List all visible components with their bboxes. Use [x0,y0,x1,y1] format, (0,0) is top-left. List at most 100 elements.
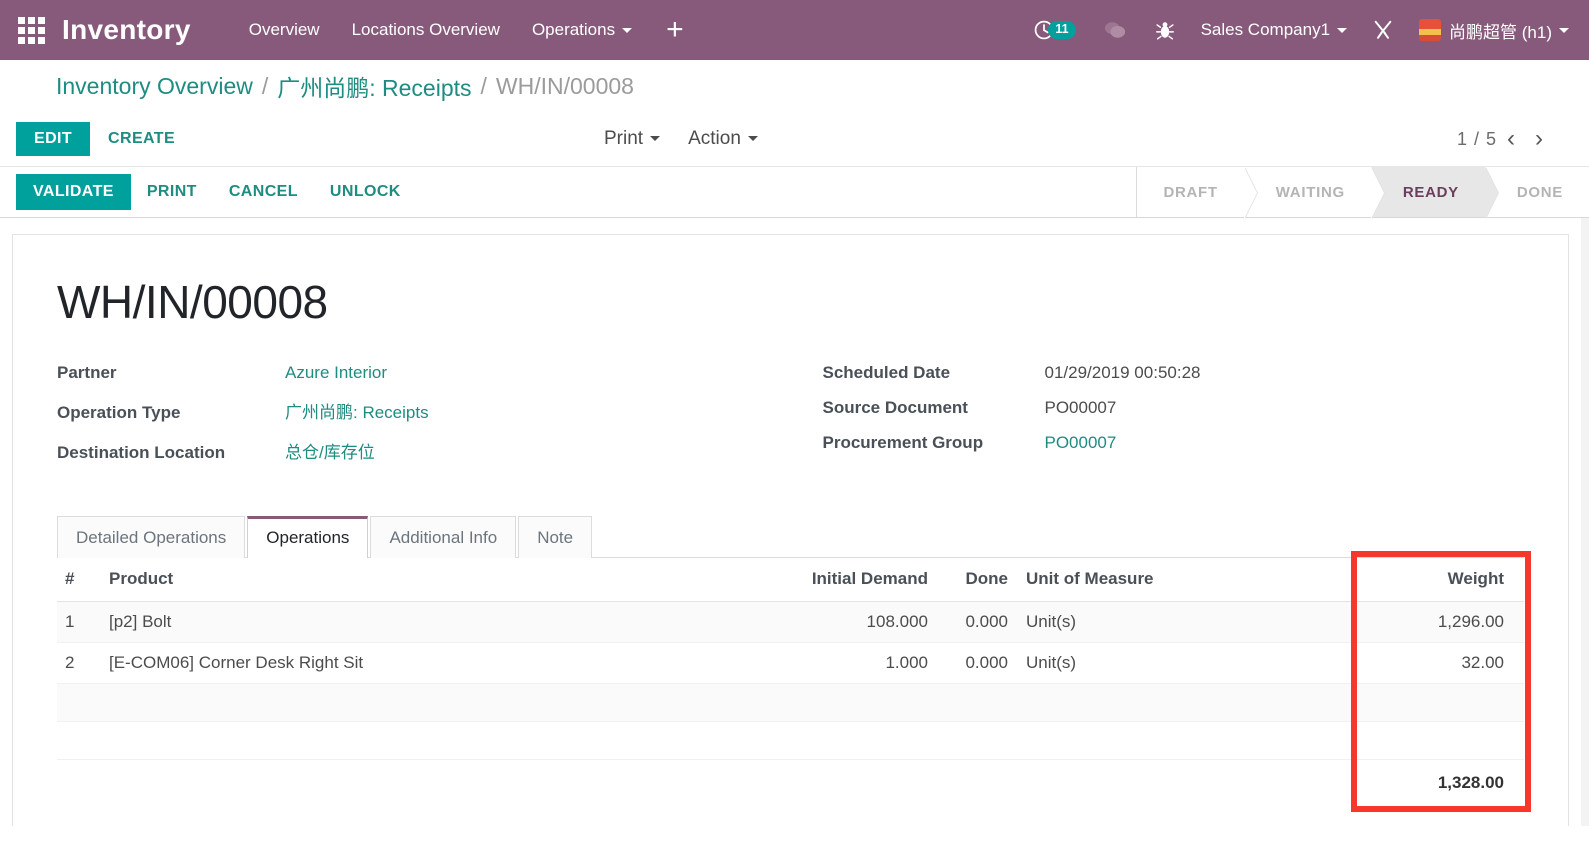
chevron-down-icon [622,28,632,33]
nav-menu-operations[interactable]: Operations [516,0,648,60]
cp-dropdowns: Print Action [590,128,772,150]
edit-button[interactable]: EDIT [16,122,90,156]
pager-count: 1 / 5 [1457,129,1497,150]
field-destination-location-value[interactable]: 总仓/库存位 [285,438,375,463]
field-procurement-group: Procurement Group PO00007 [823,433,1525,453]
form-fields: Partner Azure Interior Operation Type 广州… [57,363,1524,478]
nav-add-button[interactable]: + [648,0,702,60]
breadcrumb-item-inventory-overview[interactable]: Inventory Overview [56,73,253,100]
print-button[interactable]: PRINT [131,174,213,210]
column-header-initial-demand: Initial Demand [786,558,936,602]
table-header-row: # Product Initial Demand Done Unit of Me… [57,558,1524,602]
cell-done[interactable]: 0.000 [936,602,1016,643]
table-footer: 1,328.00 [57,760,1524,804]
bug-icon [1154,19,1176,41]
user-name: 尚鹏超管 (h1) [1449,18,1552,43]
pager-next-button[interactable]: › [1525,127,1553,151]
tab-additional-info[interactable]: Additional Info [370,516,516,558]
status-stage-ready[interactable]: READY [1371,167,1485,217]
field-partner: Partner Azure Interior [57,363,791,383]
cell-weight[interactable]: 32.00 [1356,643,1524,684]
activities-button[interactable]: 11 [1020,19,1088,41]
field-source-document-value: PO00007 [1045,398,1117,418]
status-stage-waiting[interactable]: WAITING [1244,167,1371,217]
navbar-right-group: 11 Sales Company1 尚鹏超管 (h1) [1020,0,1581,60]
wrench-screwdriver-icon [1372,19,1394,41]
column-header-done: Done [936,558,1016,602]
status-stage-draft[interactable]: DRAFT [1137,167,1243,217]
tools-button[interactable] [1359,19,1407,41]
form-sheet-container: WH/IN/00008 Partner Azure Interior Opera… [0,218,1589,826]
company-name: Sales Company1 [1201,20,1330,40]
apps-grid-icon [18,17,45,44]
field-partner-value[interactable]: Azure Interior [285,363,387,383]
unlock-button[interactable]: UNLOCK [314,174,417,210]
breadcrumb-item-receipts[interactable]: 广州尚鹏: Receipts [277,69,471,103]
tab-note[interactable]: Note [518,516,592,558]
field-partner-label: Partner [57,363,285,383]
page-scrollbar[interactable] [1581,218,1589,826]
cell-done[interactable]: 0.000 [936,643,1016,684]
create-button[interactable]: CREATE [90,122,193,156]
pager-previous-button[interactable]: ‹ [1497,127,1525,151]
field-operation-type-label: Operation Type [57,403,285,423]
company-switcher[interactable]: Sales Company1 [1189,20,1359,40]
field-source-document-label: Source Document [823,398,1045,418]
table-body: 1 [p2] Bolt 108.000 0.000 Unit(s) 1,296.… [57,602,1524,760]
control-panel: EDIT CREATE Print Action 1 / 5 ‹ › [0,112,1589,166]
field-source-document: Source Document PO00007 [823,398,1525,418]
pager: 1 / 5 ‹ › [1457,127,1553,151]
cell-product[interactable]: [E-COM06] Corner Desk Right Sit [101,643,786,684]
field-operation-type: Operation Type 广州尚鹏: Receipts [57,398,791,423]
chevron-down-icon [650,136,660,141]
cell-initial-demand[interactable]: 1.000 [786,643,936,684]
page-title: WH/IN/00008 [57,275,1524,329]
field-procurement-group-value[interactable]: PO00007 [1045,433,1117,453]
field-destination-location: Destination Location 总仓/库存位 [57,438,791,463]
field-scheduled-date-value: 01/29/2019 00:50:28 [1045,363,1201,383]
chat-bubble-icon [1102,19,1128,41]
status-stages: DRAFT WAITING READY DONE [1136,167,1589,217]
tab-detailed-operations[interactable]: Detailed Operations [57,516,245,558]
chevron-down-icon [1337,28,1347,33]
table-total-row: 1,328.00 [57,760,1524,804]
debug-button[interactable] [1141,19,1189,41]
form-sheet: WH/IN/00008 Partner Azure Interior Opera… [12,234,1569,826]
table-row[interactable]: 2 [E-COM06] Corner Desk Right Sit 1.000 … [57,643,1524,684]
apps-menu-button[interactable] [0,17,62,44]
nav-menu-overview[interactable]: Overview [233,0,336,60]
print-dropdown[interactable]: Print [590,128,674,150]
breadcrumb-separator: / [481,73,487,100]
cell-product[interactable]: [p2] Bolt [101,602,786,643]
messages-button[interactable] [1089,19,1141,41]
status-stage-done[interactable]: DONE [1485,167,1589,217]
total-weight-value: 1,328.00 [1356,760,1524,804]
breadcrumb: Inventory Overview / 广州尚鹏: Receipts / WH… [0,60,1589,112]
chevron-down-icon [1559,28,1569,33]
column-header-product: Product [101,558,786,602]
table-row[interactable]: 1 [p2] Bolt 108.000 0.000 Unit(s) 1,296.… [57,602,1524,643]
field-scheduled-date: Scheduled Date 01/29/2019 00:50:28 [823,363,1525,383]
print-dropdown-label: Print [604,128,643,149]
cancel-button[interactable]: CANCEL [213,174,314,210]
tab-operations[interactable]: Operations [247,516,368,558]
user-menu[interactable]: 尚鹏超管 (h1) [1407,18,1581,43]
field-scheduled-date-label: Scheduled Date [823,363,1045,383]
cell-weight[interactable]: 1,296.00 [1356,602,1524,643]
validate-button[interactable]: VALIDATE [16,174,131,210]
action-dropdown-label: Action [688,128,741,149]
cell-index: 2 [57,643,101,684]
cell-unit-of-measure[interactable]: Unit(s) [1016,602,1356,643]
top-navbar: Inventory Overview Locations Overview Op… [0,0,1589,60]
cell-initial-demand[interactable]: 108.000 [786,602,936,643]
action-dropdown[interactable]: Action [674,128,772,150]
table-empty-row [57,722,1524,760]
column-header-unit-of-measure: Unit of Measure [1016,558,1356,602]
activity-count-badge: 11 [1048,21,1075,39]
action-statusbar-row: VALIDATE PRINT CANCEL UNLOCK DRAFT WAITI… [0,166,1589,218]
cell-index: 1 [57,602,101,643]
avatar [1419,19,1441,41]
nav-menu-locations-overview[interactable]: Locations Overview [336,0,516,60]
cell-unit-of-measure[interactable]: Unit(s) [1016,643,1356,684]
field-operation-type-value[interactable]: 广州尚鹏: Receipts [285,398,429,423]
